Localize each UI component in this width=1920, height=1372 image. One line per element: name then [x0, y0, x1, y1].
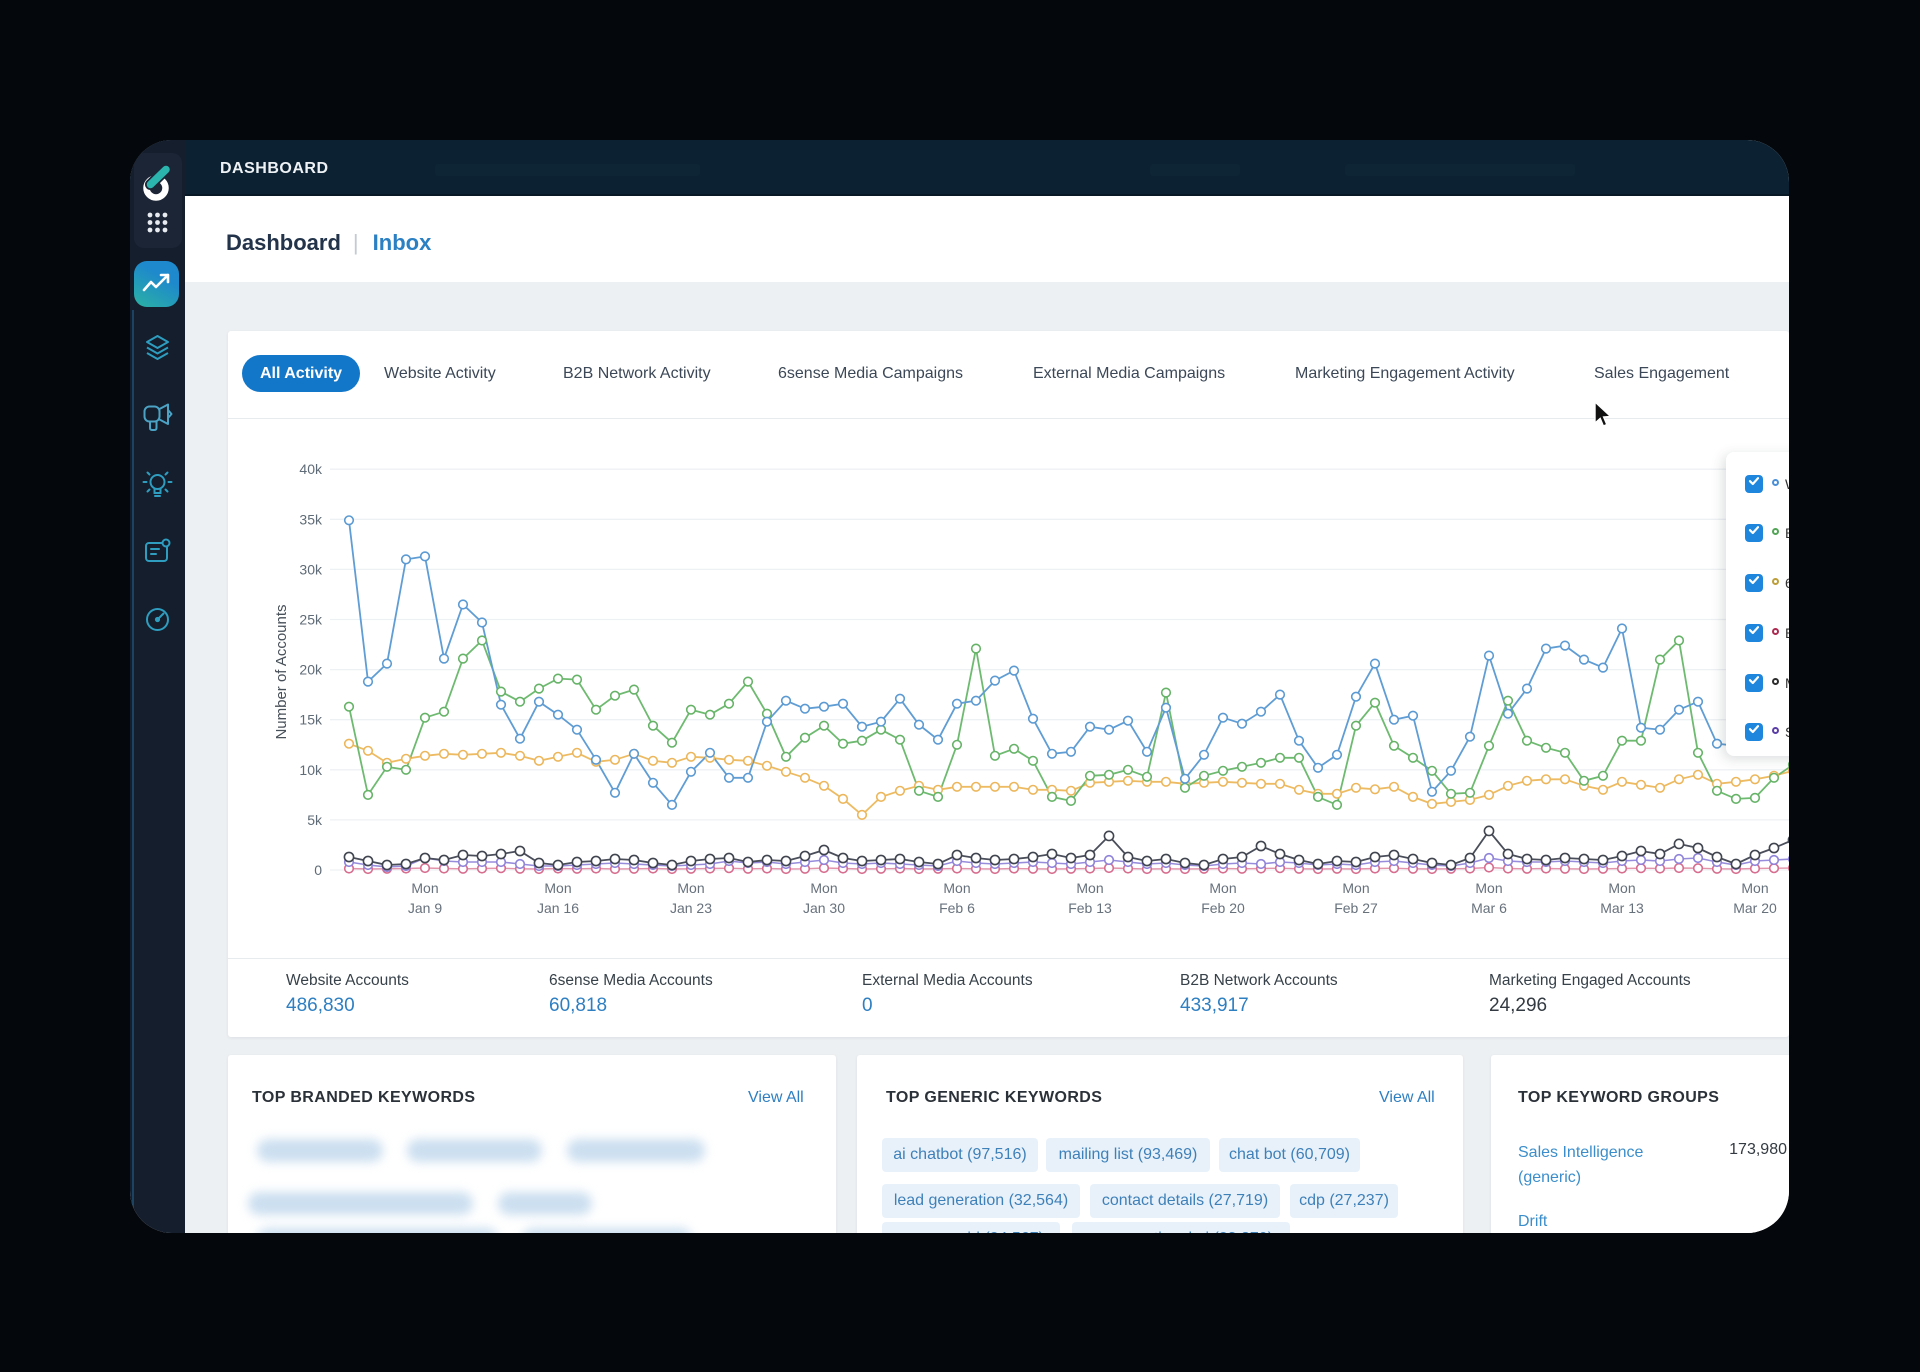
svg-text:Jan 23: Jan 23 [670, 900, 712, 916]
svg-text:35k: 35k [299, 511, 323, 527]
svg-text:Mon: Mon [1475, 880, 1502, 896]
svg-text:Mar 6: Mar 6 [1471, 900, 1507, 916]
svg-text:Mon: Mon [1342, 880, 1369, 896]
svg-text:Feb 13: Feb 13 [1068, 900, 1112, 916]
svg-text:Feb 27: Feb 27 [1334, 900, 1378, 916]
svg-text:Jan 30: Jan 30 [803, 900, 845, 916]
svg-text:25k: 25k [299, 612, 323, 628]
svg-text:20k: 20k [299, 662, 323, 678]
svg-text:5k: 5k [307, 812, 323, 828]
svg-text:Mon: Mon [943, 880, 970, 896]
svg-text:Feb 20: Feb 20 [1201, 900, 1245, 916]
svg-text:Mar 13: Mar 13 [1600, 900, 1644, 916]
svg-text:Number of Accounts: Number of Accounts [273, 604, 290, 739]
svg-text:Mon: Mon [1076, 880, 1103, 896]
svg-text:0: 0 [314, 862, 322, 878]
svg-text:30k: 30k [299, 561, 323, 577]
svg-text:15k: 15k [299, 712, 323, 728]
svg-text:Mon: Mon [1608, 880, 1635, 896]
svg-text:Feb 6: Feb 6 [939, 900, 975, 916]
svg-text:Mon: Mon [1741, 880, 1768, 896]
svg-text:Mon: Mon [677, 880, 704, 896]
svg-text:Mar 20: Mar 20 [1733, 900, 1777, 916]
svg-text:Jan 9: Jan 9 [408, 900, 442, 916]
svg-text:10k: 10k [299, 762, 323, 778]
svg-text:Jan 16: Jan 16 [537, 900, 579, 916]
svg-text:Mon: Mon [411, 880, 438, 896]
svg-text:Mon: Mon [1209, 880, 1236, 896]
svg-text:40k: 40k [299, 461, 323, 477]
svg-text:Mon: Mon [544, 880, 571, 896]
svg-text:Mon: Mon [810, 880, 837, 896]
